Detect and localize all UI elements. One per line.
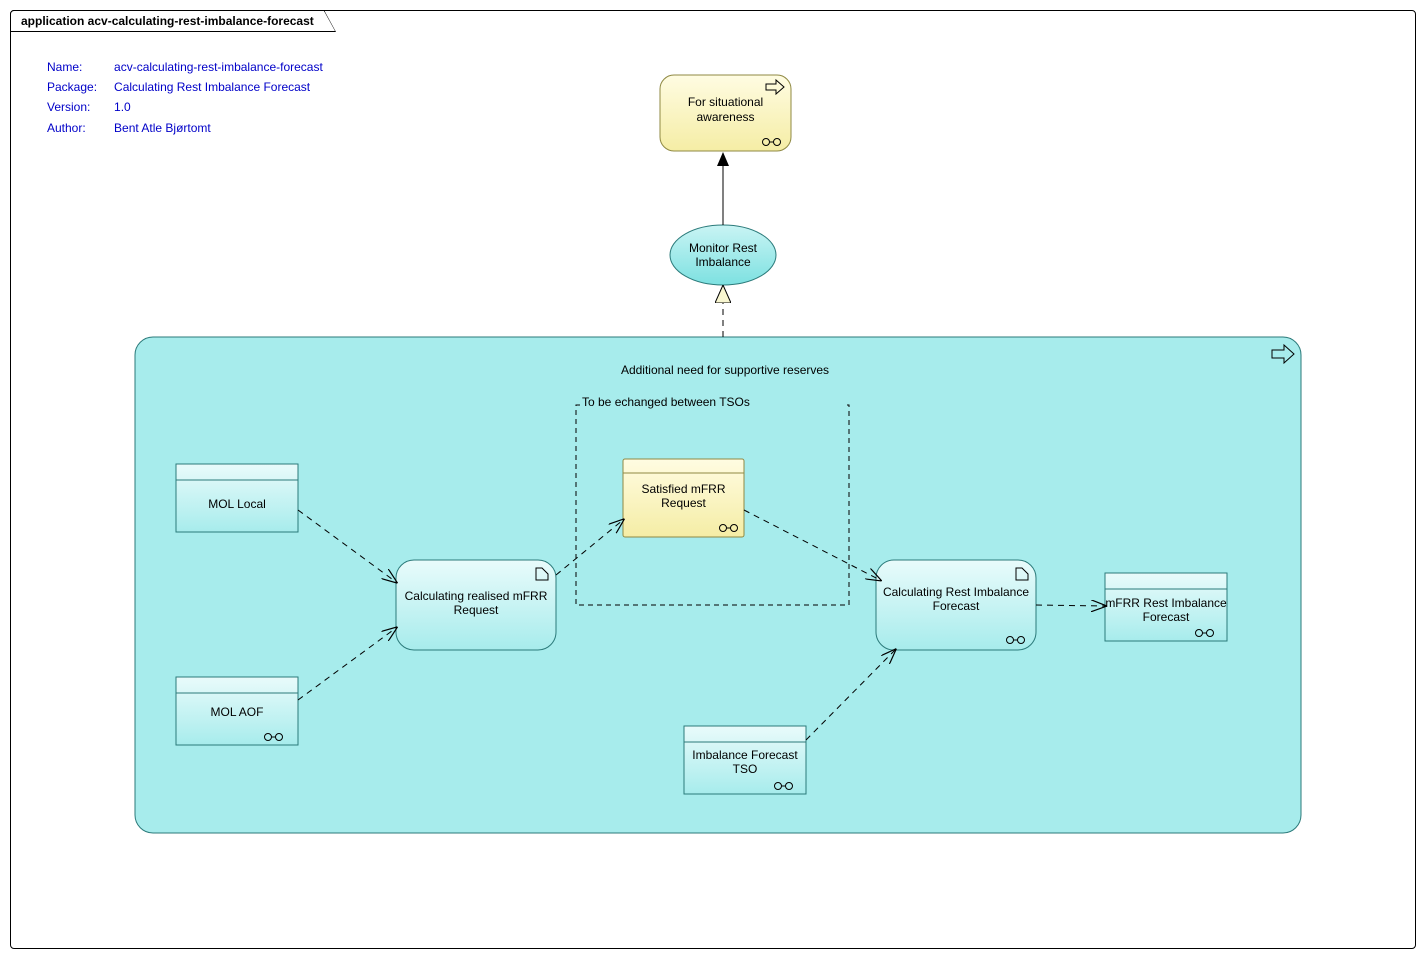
note-situational: [660, 75, 791, 151]
artifact-mol-aof: [176, 677, 298, 745]
activity-calc-realised: [396, 560, 556, 650]
artifact-imb-tso: [684, 726, 806, 794]
usecase-monitor: [670, 225, 776, 285]
artifact-mol-local: [176, 464, 298, 532]
diagram-svg: [0, 0, 1427, 959]
activity-calc-rest: [876, 560, 1036, 650]
diagram-canvas: application acv-calculating-rest-imbalan…: [0, 0, 1427, 959]
artifact-mfrr-rest: [1105, 573, 1227, 641]
